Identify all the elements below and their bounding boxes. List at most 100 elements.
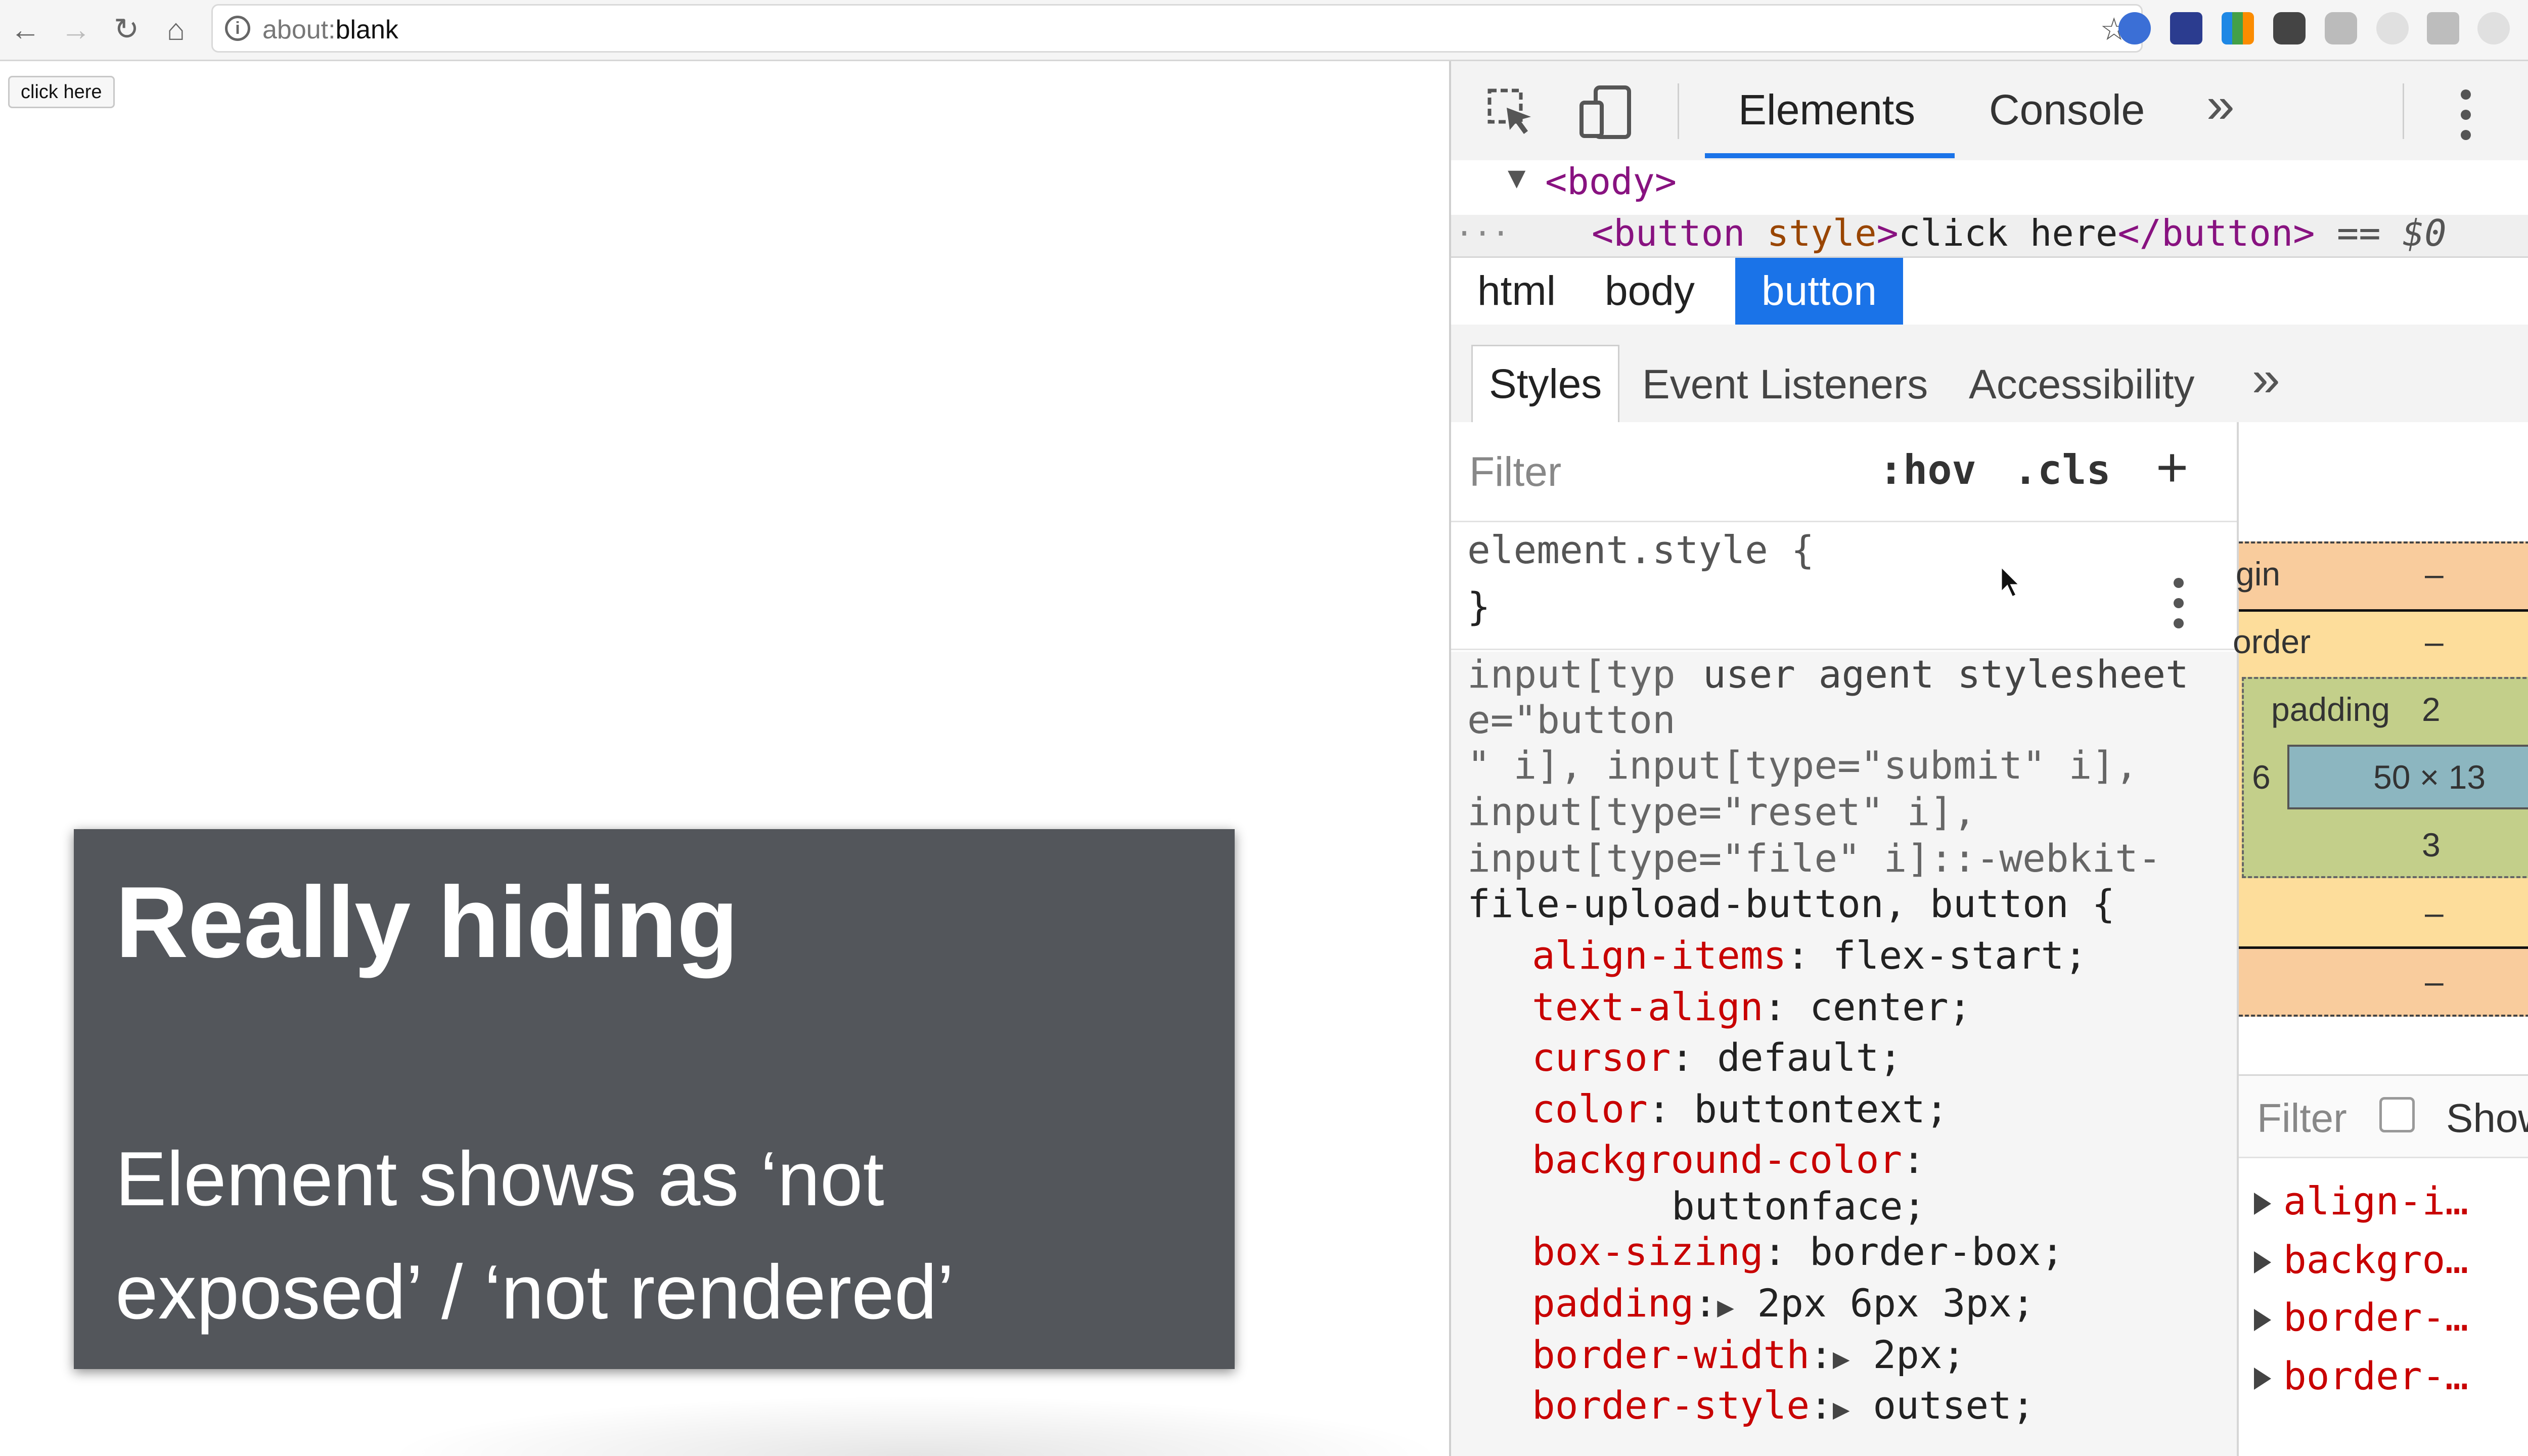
extension-icon[interactable] — [2427, 12, 2459, 44]
expand-triangle-icon[interactable]: ▼ — [1502, 160, 1531, 195]
show-all-label: Show a — [2446, 1096, 2528, 1141]
element-style-rule[interactable]: element.style { } — [1451, 522, 2237, 650]
address-bar[interactable]: i about:blank ☆ — [211, 4, 2143, 53]
padding-label: padding — [2271, 691, 2390, 728]
active-tab-indicator — [1705, 153, 1955, 158]
margin-label: gin — [2236, 555, 2281, 593]
chart-extension-icon[interactable] — [2222, 12, 2254, 44]
margin-bottom-value: – — [2425, 963, 2444, 1000]
element-style-close: } — [1467, 584, 1491, 629]
extension-icon[interactable] — [2170, 12, 2202, 44]
expand-triangle-icon: ▶ — [1832, 1393, 1850, 1426]
url-text: about:blank — [262, 15, 398, 44]
computed-filter-input[interactable]: Filter — [2257, 1095, 2347, 1142]
show-all-checkbox[interactable] — [2379, 1097, 2415, 1132]
tab-elements[interactable]: Elements — [1738, 85, 1915, 134]
computed-row[interactable]: border-… — [2239, 1284, 2528, 1342]
computed-row[interactable]: align-i…f — [2239, 1167, 2528, 1226]
kebab-menu-icon[interactable] — [2459, 87, 2472, 142]
puzzle-extension-icon[interactable] — [2325, 12, 2357, 44]
ua-selector: input[typ — [1467, 652, 1676, 697]
more-tabs-icon[interactable]: » — [2206, 76, 2235, 134]
computed-row[interactable]: border-…r — [2239, 1342, 2528, 1401]
slide-title: Really hiding — [115, 866, 739, 979]
css-declaration: padding:▶ 2px 6px 3px; — [1532, 1281, 2035, 1326]
breadcrumb-button[interactable]: button — [1735, 258, 1903, 325]
tab-accessibility[interactable]: Accessibility — [1969, 361, 2195, 408]
border-label: order — [2233, 623, 2311, 660]
info-icon[interactable]: i — [225, 16, 250, 41]
computed-row[interactable]: backgro… — [2239, 1226, 2528, 1285]
gear-extension-icon[interactable] — [2376, 12, 2409, 44]
mouse-cursor-icon — [2000, 565, 2021, 602]
hov-toggle[interactable]: :hov — [1879, 446, 1976, 493]
element-style-selector: element.style { — [1467, 527, 1815, 572]
sidebar-tabbar: Styles Event Listeners Accessibility » — [1451, 325, 2528, 424]
box-model-pane: gin – order – padding 2 6 50 × 13 3 – – … — [2233, 422, 2528, 1456]
ellipsis: ... — [1455, 215, 1510, 243]
padding-bottom-value: 3 — [2422, 826, 2441, 863]
ua-source-label: user agent stylesheet — [1703, 652, 2189, 697]
extension-icon[interactable] — [2477, 12, 2510, 44]
ua-selector: " i], input[type="submit" i], — [1467, 743, 2138, 788]
styles-filter-bar: Filter :hov .cls + — [1451, 422, 2237, 522]
cls-toggle[interactable]: .cls — [2013, 446, 2111, 493]
separator — [2403, 83, 2404, 139]
content-size: 50 × 13 — [2373, 758, 2486, 796]
ua-selector: file-upload-button, button { — [1467, 881, 2115, 926]
ua-selector: e="button — [1467, 697, 1676, 742]
ua-selector: input[type="file" i]::-webkit- — [1467, 836, 2161, 881]
slide-overlay: Really hiding Element shows as ‘not expo… — [74, 829, 1235, 1369]
tab-console[interactable]: Console — [1989, 85, 2145, 134]
slide-body-line: exposed’ / ‘not rendered’ — [115, 1249, 955, 1335]
devtools-tabbar: Elements Console » ✕ — [1451, 61, 2528, 162]
breadcrumb-html[interactable]: html — [1451, 258, 1582, 325]
margin-top-value: – — [2425, 555, 2444, 593]
css-declaration: background-color: — [1532, 1137, 1925, 1182]
device-toolbar-icon[interactable] — [1577, 84, 1633, 140]
slide-body: Element shows as ‘not exposed’ / ‘not re… — [115, 1122, 1202, 1349]
puzzle-extension-icon[interactable] — [2273, 12, 2306, 44]
css-declaration: text-align: center; — [1532, 984, 1972, 1029]
new-rule-icon[interactable]: + — [2156, 435, 2188, 499]
dom-node-button: <button style>click here</button> == $0 — [1592, 215, 2447, 254]
decorative-shadow — [384, 1395, 1446, 1456]
css-declaration: border-style:▶ outset; — [1532, 1383, 2035, 1428]
reload-icon[interactable]: ↻ — [106, 9, 147, 50]
border-top-value: – — [2425, 623, 2444, 660]
css-declaration-value: buttonface; — [1672, 1184, 1926, 1228]
devtools-panel: Elements Console » ✕ ▼ <body> ... <butto… — [1449, 61, 2528, 1456]
forward-icon[interactable]: → — [56, 9, 96, 50]
breadcrumb: html body button — [1451, 256, 2528, 326]
browser-toolbar: ← → ↻ ⌂ i about:blank ☆ — [0, 0, 2528, 61]
back-icon[interactable]: ← — [5, 9, 46, 50]
css-declaration: border-width:▶ 2px; — [1532, 1332, 1966, 1377]
separator — [1678, 83, 1679, 139]
border-bottom-value: – — [2425, 894, 2444, 931]
more-subtabs-icon[interactable]: » — [2252, 350, 2280, 408]
tab-styles[interactable]: Styles — [1471, 345, 1620, 422]
home-icon[interactable]: ⌂ — [156, 9, 196, 50]
dom-node-selected[interactable]: ... <button style>click here</button> ==… — [1451, 215, 2528, 256]
profile-extension-icon[interactable] — [2118, 12, 2151, 44]
slide-body-line: Element shows as ‘not — [115, 1136, 884, 1222]
breadcrumb-body[interactable]: body — [1578, 258, 1721, 325]
padding-left-value: 6 — [2252, 758, 2271, 796]
styles-filter-input[interactable]: Filter — [1469, 448, 1561, 496]
user-agent-rule[interactable]: input[typ user agent stylesheet e="butto… — [1451, 652, 2237, 1456]
expand-triangle-icon: ▶ — [1717, 1291, 1734, 1324]
padding-top-value: 2 — [2422, 691, 2441, 728]
tab-event-listeners[interactable]: Event Listeners — [1642, 361, 1928, 408]
css-declaration: color: buttontext; — [1532, 1086, 1949, 1131]
styles-pane: Filter :hov .cls + element.style { } inp… — [1451, 422, 2239, 1456]
kebab-menu-icon[interactable] — [2172, 578, 2185, 632]
ua-selector: input[type="reset" i], — [1467, 789, 1976, 834]
expand-triangle-icon: ▶ — [1832, 1342, 1850, 1375]
computed-filter-bar: Filter Show a — [2239, 1074, 2528, 1158]
inspect-element-icon[interactable] — [1486, 87, 1537, 138]
css-declaration: box-sizing: border-box; — [1532, 1229, 2064, 1274]
dom-node-body[interactable]: <body> — [1545, 160, 1677, 203]
click-here-button[interactable]: click here — [8, 76, 115, 108]
css-declaration: cursor: default; — [1532, 1035, 1903, 1080]
css-declaration: align-items: flex-start; — [1532, 933, 2088, 978]
